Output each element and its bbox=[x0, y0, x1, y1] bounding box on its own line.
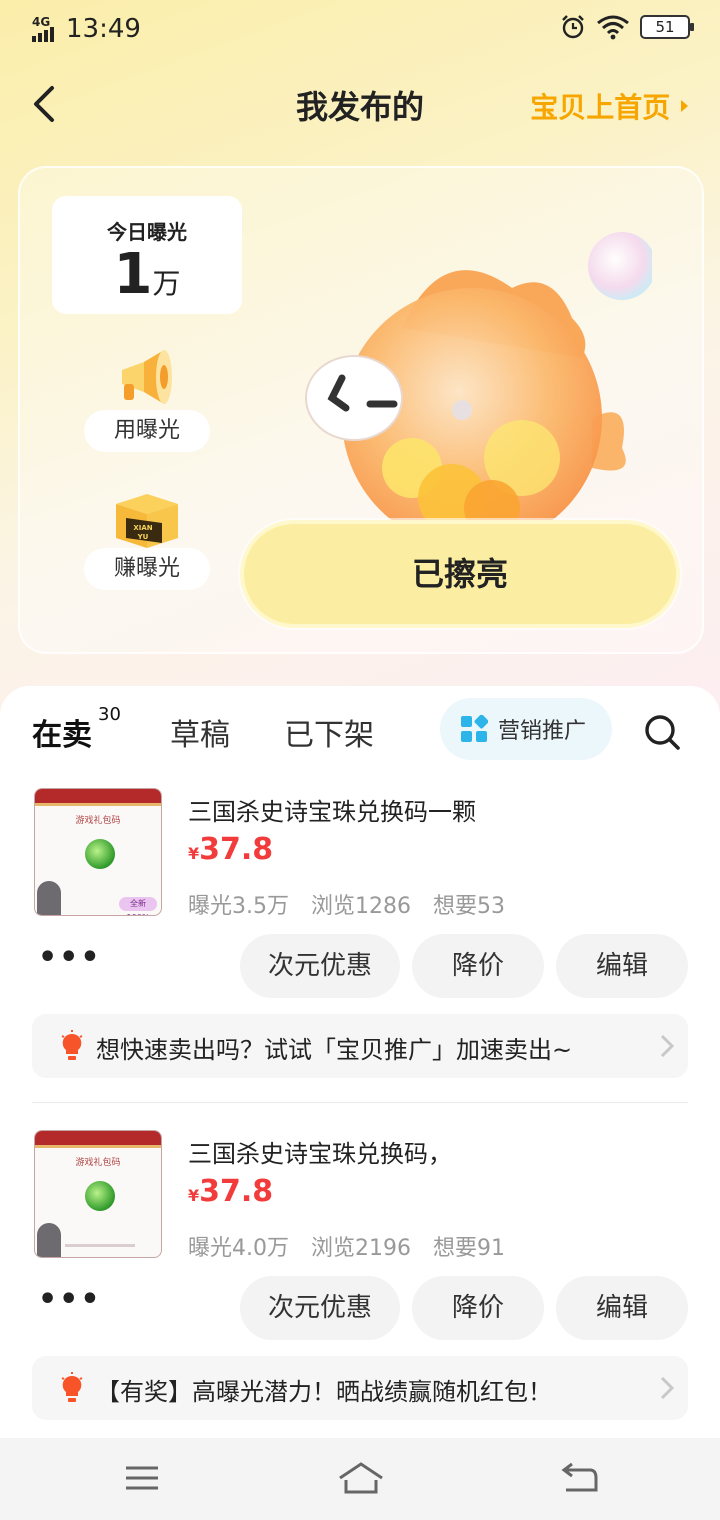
chevron-left-icon[interactable] bbox=[28, 84, 64, 124]
listing-stats: 曝光3.5万 浏览1286 想要53 bbox=[188, 888, 505, 920]
thumbnail-stripe bbox=[35, 1145, 161, 1148]
system-navigation-bar bbox=[0, 1438, 720, 1520]
reduce-price-button[interactable]: 降价 bbox=[412, 1276, 544, 1340]
tab-on-sale[interactable]: 在卖 30 bbox=[32, 704, 121, 754]
character-image bbox=[37, 881, 61, 915]
back-nav-icon[interactable] bbox=[560, 1460, 600, 1496]
grid-icon bbox=[461, 715, 488, 742]
fish-mascot-illustration bbox=[305, 232, 652, 528]
box-icon[interactable]: XIAN YU bbox=[112, 490, 182, 550]
signal-icon: 4G bbox=[32, 16, 58, 42]
status-right: 51 bbox=[560, 14, 694, 40]
home-icon[interactable] bbox=[338, 1460, 384, 1496]
price-currency: ¥ bbox=[188, 1186, 200, 1205]
stat-exposure: 曝光3.5万 bbox=[188, 894, 289, 919]
exposure-card: 今日曝光 1万 用曝光 XIAN YU 赚曝光 已擦亮 bbox=[18, 166, 704, 654]
listing-title[interactable]: 三国杀史诗宝珠兑换码， bbox=[188, 1134, 452, 1169]
megaphone-icon[interactable] bbox=[114, 344, 180, 410]
edit-button[interactable]: 编辑 bbox=[556, 1276, 688, 1340]
price-currency: ¥ bbox=[188, 844, 200, 863]
promo-link[interactable]: 宝贝上首页 bbox=[530, 86, 690, 126]
today-exposure-value: 1 bbox=[113, 242, 153, 307]
today-exposure-value-row: 1万 bbox=[52, 245, 242, 305]
stat-wants: 想要91 bbox=[433, 1236, 505, 1261]
promotion-tip[interactable]: 想快速卖出吗？试试「宝贝推广」加速卖出~ bbox=[32, 1014, 688, 1078]
gem-image bbox=[85, 1181, 115, 1211]
tip-text: 【有奖】高曝光潜力！晒战绩赢随机红包！ bbox=[96, 1378, 552, 1406]
more-options-button[interactable]: ••• bbox=[38, 1285, 102, 1315]
divider bbox=[32, 1102, 688, 1103]
svg-text:XIAN: XIAN bbox=[133, 524, 152, 532]
today-exposure: 今日曝光 1万 bbox=[52, 196, 242, 314]
marketing-label: 营销推广 bbox=[498, 719, 587, 744]
more-options-button[interactable]: ••• bbox=[38, 943, 102, 973]
chevron-right-icon bbox=[660, 1376, 674, 1400]
thumbnail-title: 游戏礼包码 bbox=[75, 1158, 121, 1168]
clock: 13:49 bbox=[66, 14, 141, 44]
tab-on-sale-count: 30 bbox=[98, 704, 121, 725]
thumbnail-footer bbox=[65, 1244, 135, 1247]
thumbnail-title: 游戏礼包码 bbox=[75, 816, 121, 826]
tab-drafts[interactable]: 草稿 bbox=[170, 710, 230, 754]
svg-text:YU: YU bbox=[137, 533, 149, 541]
stat-wants: 想要53 bbox=[433, 894, 505, 919]
stat-exposure: 曝光4.0万 bbox=[188, 1236, 289, 1261]
shine-button[interactable]: 已擦亮 bbox=[240, 520, 680, 628]
stat-views: 浏览2196 bbox=[311, 1236, 411, 1261]
tip-text: 想快速卖出吗？试试「宝贝推广」加速卖出~ bbox=[96, 1036, 573, 1064]
alarm-icon bbox=[562, 15, 584, 39]
listings-panel: 在卖 30 草稿 已下架 营销推广 游戏礼包码 全新100% bbox=[0, 686, 720, 1438]
listing-price: ¥37.8 bbox=[188, 832, 273, 867]
thumbnail-stripe bbox=[35, 803, 161, 806]
status-bar: 4G 13:49 51 bbox=[0, 0, 720, 58]
stat-views: 浏览1286 bbox=[311, 894, 411, 919]
caret-right-icon bbox=[681, 100, 688, 112]
today-exposure-label: 今日曝光 bbox=[107, 220, 187, 244]
character-image bbox=[37, 1223, 61, 1257]
search-icon[interactable] bbox=[642, 712, 682, 752]
tab-delisted[interactable]: 已下架 bbox=[284, 710, 374, 754]
marketing-promotion-button[interactable]: 营销推广 bbox=[440, 698, 612, 760]
listing-thumbnail[interactable]: 游戏礼包码 全新100% bbox=[34, 788, 162, 916]
discount-button[interactable]: 次元优惠 bbox=[240, 934, 400, 998]
listing-title[interactable]: 三国杀史诗宝珠兑换码一颗 bbox=[188, 792, 476, 827]
discount-button[interactable]: 次元优惠 bbox=[240, 1276, 400, 1340]
tab-bar: 在卖 30 草稿 已下架 营销推广 bbox=[0, 686, 720, 772]
status-left: 4G 13:49 bbox=[32, 14, 141, 44]
condition-tag: 全新100% bbox=[119, 897, 157, 915]
menu-icon[interactable] bbox=[122, 1460, 162, 1496]
edit-button[interactable]: 编辑 bbox=[556, 934, 688, 998]
promo-link-label: 宝贝上首页 bbox=[530, 91, 671, 124]
tab-on-sale-label: 在卖 bbox=[32, 718, 92, 753]
price-value: 37.8 bbox=[199, 832, 274, 867]
lightbulb-icon bbox=[61, 1372, 83, 1402]
reward-tip[interactable]: 【有奖】高曝光潜力！晒战绩赢随机红包！ bbox=[32, 1356, 688, 1420]
use-exposure-button[interactable]: 用曝光 bbox=[84, 410, 210, 452]
listing-price: ¥37.8 bbox=[188, 1174, 273, 1209]
chevron-right-icon bbox=[660, 1034, 674, 1058]
price-value: 37.8 bbox=[199, 1174, 274, 1209]
today-exposure-unit: 万 bbox=[152, 267, 181, 300]
reduce-price-button[interactable]: 降价 bbox=[412, 934, 544, 998]
battery-indicator: 51 bbox=[640, 15, 694, 39]
lightbulb-icon bbox=[61, 1030, 83, 1060]
earn-exposure-button[interactable]: 赚曝光 bbox=[84, 548, 210, 590]
gem-image bbox=[85, 839, 115, 869]
listing-thumbnail[interactable]: 游戏礼包码 bbox=[34, 1130, 162, 1258]
listing-stats: 曝光4.0万 浏览2196 想要91 bbox=[188, 1230, 505, 1262]
header: 我发布的 宝贝上首页 bbox=[0, 70, 720, 136]
wifi-icon bbox=[597, 15, 629, 40]
